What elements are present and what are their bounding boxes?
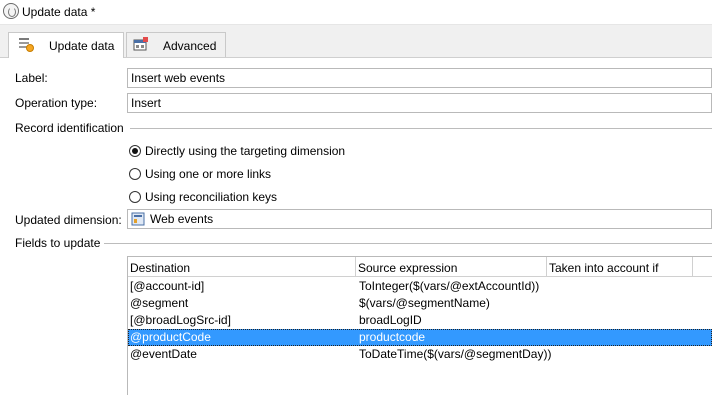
column-header-filler [693,257,712,277]
column-header-source-expression[interactable]: Source expression [356,257,547,277]
radio-button[interactable] [129,168,141,180]
destination-cell: @productCode [130,330,211,344]
radio-reconciliation-keys-label: Using reconciliation keys [145,190,278,204]
table-row-selected[interactable]: @productCode productcode [128,329,712,346]
radio-reconciliation-keys[interactable]: Using reconciliation keys [129,190,369,207]
record-identification-caption: Record identification [15,121,127,135]
source-cell: productcode [359,330,426,344]
table-row[interactable]: @segment $(vars/@segmentName) [128,295,712,312]
tab-advanced[interactable]: Advanced [126,32,226,57]
fields-to-update-caption: Fields to update [15,236,104,250]
label-input[interactable]: Insert web events [127,68,712,88]
radio-targeting-dimension-label: Directly using the targeting dimension [145,144,346,158]
source-cell: broadLogID [359,313,422,327]
label-caption: Label: [15,71,48,85]
radio-links-label: Using one or more links [145,167,272,181]
operation-type-caption: Operation type: [15,96,98,110]
column-header-condition[interactable]: Taken into account if [547,257,693,277]
column-header-destination[interactable]: Destination [128,257,356,277]
radio-links[interactable]: Using one or more links [129,167,369,184]
update-data-icon [19,38,34,52]
updated-dimension-field[interactable]: Web events [127,209,712,229]
radio-button[interactable] [129,191,141,203]
table-row[interactable]: [@broadLogSrc-id] broadLogID [128,312,712,329]
section-divider [104,243,712,244]
schema-table-icon [131,212,145,226]
source-cell: ToInteger($(vars/@extAccountId)) [359,279,540,293]
updated-dimension-caption: Updated dimension: [15,213,122,227]
destination-cell: [@account-id] [130,279,205,293]
operation-type-select[interactable]: Insert [127,93,712,113]
fields-grid[interactable]: Destination Source expression Taken into… [127,256,712,395]
section-divider [130,128,712,129]
destination-cell: @segment [130,296,189,310]
table-row[interactable]: [@account-id] ToInteger($(vars/@extAccou… [128,278,712,295]
radio-targeting-dimension[interactable]: Directly using the targeting dimension [129,144,369,161]
destination-cell: @eventDate [130,347,197,361]
source-cell: $(vars/@segmentName) [359,296,490,310]
updated-dimension-value: Web events [150,212,214,226]
advanced-settings-icon [133,37,148,51]
tab-advanced-label: Advanced [163,39,217,53]
source-cell: ToDateTime($(vars/@segmentDay)) [359,347,552,361]
tab-update-data[interactable]: Update data [8,32,124,58]
destination-cell: [@broadLogSrc-id] [130,313,231,327]
table-row[interactable]: @eventDate ToDateTime($(vars/@segmentDay… [128,346,712,363]
window-title-bar [0,0,712,25]
tab-update-data-label: Update data [49,39,115,53]
radio-button-selected[interactable] [129,145,141,157]
workflow-activity-icon [3,3,19,19]
window-title: Update data * [22,5,96,19]
